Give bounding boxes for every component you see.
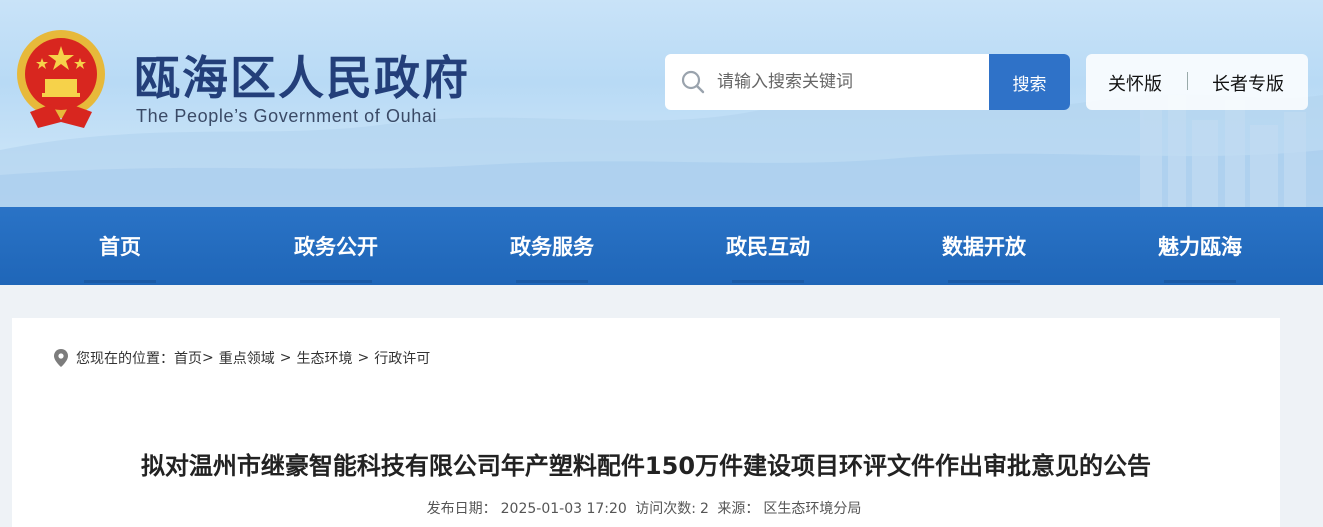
nav-underline <box>516 280 588 283</box>
location-pin-icon <box>54 349 68 367</box>
nav-item-gov-affairs-open[interactable]: 政务公开 <box>228 207 444 285</box>
article-title: 拟对温州市继豪智能科技有限公司年产塑料配件150万件建设项目环评文件作出审批意见… <box>140 452 1152 480</box>
site-subtitle: The People’s Government of Ouhai <box>136 106 438 126</box>
display-mode-switch: 关怀版 长者专版 <box>1086 54 1308 110</box>
nav-item-home[interactable]: 首页 <box>12 207 228 285</box>
elder-mode-link[interactable]: 长者专版 <box>1212 70 1284 96</box>
nav-underline <box>1164 280 1236 283</box>
nav-underline <box>84 280 156 283</box>
care-mode-link[interactable]: 关怀版 <box>1108 70 1162 96</box>
nav-underline <box>948 280 1020 283</box>
search-input[interactable] <box>717 54 987 110</box>
site-header: 瓯海区人民政府 The People’s Government of Ouhai… <box>0 0 1323 207</box>
search-button[interactable]: 搜索 <box>989 54 1070 110</box>
mode-divider <box>1187 72 1188 90</box>
nav-item-open-data[interactable]: 数据开放 <box>876 207 1092 285</box>
breadcrumb-item-home[interactable]: 首页 <box>174 348 202 368</box>
source-label: 来源： <box>717 501 760 517</box>
national-emblem-icon <box>17 30 105 128</box>
publish-date: 2025-01-03 17:20 <box>500 501 627 517</box>
breadcrumb-item-key-areas[interactable]: 重点领域 <box>219 348 275 368</box>
breadcrumb-item-ecology[interactable]: 生态环境 <box>296 348 352 368</box>
search-icon <box>681 70 705 94</box>
nav-item-charm-ouhai[interactable]: 魅力瓯海 <box>1092 207 1308 285</box>
site-title: 瓯海区人民政府 <box>134 51 470 105</box>
nav-item-label: 首页 <box>99 235 141 259</box>
breadcrumb-separator: > <box>202 350 214 366</box>
nav-item-gov-services[interactable]: 政务服务 <box>444 207 660 285</box>
visits-label: 访问次数: <box>635 501 696 517</box>
article-meta: 发布日期： 2025-01-03 17:20 访问次数: 2 来源： 区生态环境分局 <box>12 498 1280 518</box>
nav-item-interaction[interactable]: 政民互动 <box>660 207 876 285</box>
breadcrumb-prefix: 您现在的位置： <box>76 351 174 367</box>
main-nav: 首页 政务公开 政务服务 政民互动 数据开放 魅力瓯海 <box>0 207 1323 285</box>
breadcrumb-item-admin-permit[interactable]: 行政许可 <box>374 348 430 368</box>
breadcrumb: 您现在的位置： 首页 > 重点领域 > 生态环境 > 行政许可 <box>54 348 430 368</box>
search-box: 搜索 <box>665 54 1070 110</box>
nav-item-label: 数据开放 <box>942 235 1026 259</box>
nav-item-label: 政民互动 <box>726 235 810 259</box>
nav-item-label: 政务公开 <box>294 235 378 259</box>
nav-item-label: 政务服务 <box>510 235 594 259</box>
breadcrumb-separator: > <box>279 350 292 366</box>
article-panel: 您现在的位置： 首页 > 重点领域 > 生态环境 > 行政许可 拟对温州市继豪智… <box>12 318 1280 527</box>
breadcrumb-separator: > <box>357 350 370 366</box>
publish-label: 发布日期： <box>426 501 497 517</box>
nav-item-label: 魅力瓯海 <box>1158 235 1242 259</box>
article-source: 区生态环境分局 <box>763 501 862 517</box>
visit-count: 2 <box>699 501 709 517</box>
nav-underline <box>300 280 372 283</box>
nav-underline <box>732 280 804 283</box>
